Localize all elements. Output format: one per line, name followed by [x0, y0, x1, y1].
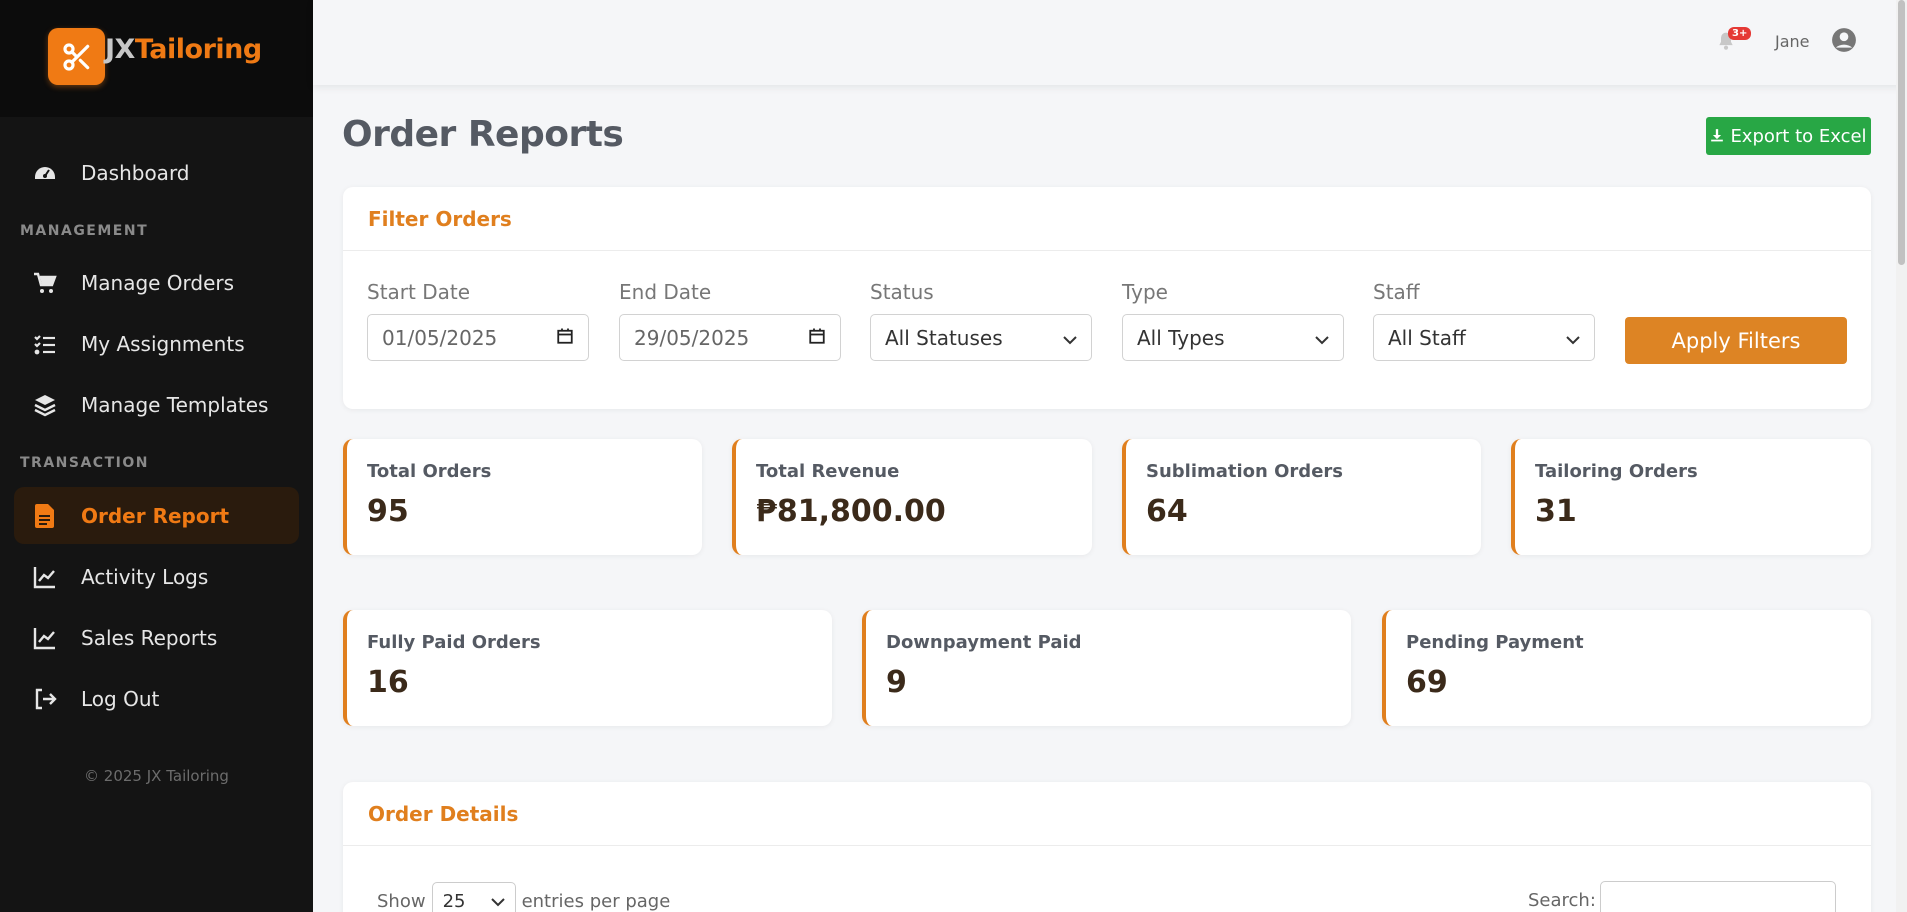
- copyright: © 2025 JX Tailoring: [84, 767, 229, 785]
- sidebar-item-dashboard[interactable]: Dashboard: [14, 144, 299, 201]
- download-icon: [1710, 126, 1724, 147]
- staff-field: Staff All Staff: [1373, 280, 1595, 361]
- stat-card-fully-paid: Fully Paid Orders 16: [343, 610, 832, 726]
- entries-value: 25: [442, 890, 466, 912]
- layers-icon: [32, 392, 58, 418]
- sidebar-item-log-out[interactable]: Log Out: [14, 670, 299, 727]
- stat-value: ₱81,800.00: [756, 494, 946, 529]
- chevron-down-icon: [1566, 326, 1580, 350]
- cart-icon: [32, 270, 58, 296]
- stat-label: Total Orders: [367, 461, 492, 482]
- sidebar-item-my-assignments[interactable]: My Assignments: [14, 315, 299, 372]
- type-field: Type All Types: [1122, 280, 1344, 361]
- entries-suffix: entries per page: [521, 890, 671, 912]
- chevron-down-icon: [490, 891, 505, 912]
- topbar: [313, 0, 1907, 85]
- section-label-transaction: TRANSACTION: [20, 455, 149, 471]
- sidebar-item-label: Log Out: [81, 686, 160, 711]
- sidebar-item-manage-templates[interactable]: Manage Templates: [14, 376, 299, 433]
- status-label: Status: [870, 280, 934, 304]
- stat-label: Total Revenue: [756, 461, 900, 482]
- brand-name: JXTailoring: [105, 34, 262, 65]
- calendar-icon[interactable]: [808, 326, 826, 350]
- search-input[interactable]: [1600, 881, 1836, 912]
- stat-card-pending-payment: Pending Payment 69: [1382, 610, 1871, 726]
- page-title: Order Reports: [342, 114, 624, 155]
- stat-card-total-orders: Total Orders 95: [343, 439, 702, 555]
- section-label-management: MANAGEMENT: [20, 223, 149, 239]
- scrollbar-thumb[interactable]: [1898, 0, 1905, 265]
- stat-label: Fully Paid Orders: [367, 632, 541, 653]
- end-date-input[interactable]: 29/05/2025: [619, 314, 841, 361]
- sidebar-item-order-report[interactable]: Order Report: [14, 487, 299, 544]
- stat-label: Tailoring Orders: [1535, 461, 1698, 482]
- sidebar-item-label: Activity Logs: [81, 564, 209, 589]
- page-scrollbar[interactable]: [1896, 0, 1907, 912]
- export-label: Export to Excel: [1730, 125, 1867, 147]
- search-label: Search:: [1528, 890, 1596, 911]
- sidebar-item-label: My Assignments: [81, 331, 245, 356]
- export-excel-button[interactable]: Export to Excel: [1706, 117, 1871, 155]
- start-date-label: Start Date: [367, 280, 471, 304]
- stat-value: 9: [886, 665, 907, 700]
- scissors-icon: [48, 28, 105, 85]
- sidebar-item-label: Manage Templates: [81, 392, 269, 417]
- filter-card-title: Filter Orders: [343, 187, 1871, 251]
- logout-icon: [32, 686, 58, 712]
- status-value: All Statuses: [885, 325, 1003, 350]
- chevron-down-icon: [1315, 326, 1329, 350]
- sidebar-item-label: Sales Reports: [81, 625, 218, 650]
- stat-card-total-revenue: Total Revenue ₱81,800.00: [732, 439, 1092, 555]
- entries-select[interactable]: 25: [431, 882, 516, 912]
- sidebar: JXTailoring Dashboard MANAGEMENT Manage …: [0, 0, 313, 912]
- notification-badge: 3+: [1728, 27, 1752, 40]
- start-date-input[interactable]: 01/05/2025: [367, 314, 589, 361]
- user-circle-icon[interactable]: [1831, 27, 1857, 57]
- stat-label: Downpayment Paid: [886, 632, 1082, 653]
- stat-label: Sublimation Orders: [1146, 461, 1343, 482]
- start-date-value: 01/05/2025: [382, 325, 498, 350]
- sidebar-item-label: Dashboard: [81, 160, 190, 185]
- type-label: Type: [1122, 280, 1168, 304]
- end-date-field: End Date 29/05/2025: [619, 280, 841, 361]
- status-select[interactable]: All Statuses: [870, 314, 1092, 361]
- stat-value: 69: [1406, 665, 1448, 700]
- file-icon: [32, 503, 58, 529]
- stat-value: 16: [367, 665, 409, 700]
- staff-select[interactable]: All Staff: [1373, 314, 1595, 361]
- username[interactable]: Jane: [1775, 32, 1810, 51]
- tasks-icon: [32, 331, 58, 357]
- order-details-title: Order Details: [343, 782, 1871, 846]
- stat-card-downpayment-paid: Downpayment Paid 9: [862, 610, 1351, 726]
- sidebar-item-activity-logs[interactable]: Activity Logs: [14, 548, 299, 605]
- stat-value: 95: [367, 494, 409, 529]
- stat-card-tailoring-orders: Tailoring Orders 31: [1511, 439, 1871, 555]
- sidebar-item-manage-orders[interactable]: Manage Orders: [14, 254, 299, 311]
- sidebar-item-sales-reports[interactable]: Sales Reports: [14, 609, 299, 666]
- stat-value: 64: [1146, 494, 1188, 529]
- staff-label: Staff: [1373, 280, 1420, 304]
- chart-line-icon: [32, 625, 58, 651]
- type-select[interactable]: All Types: [1122, 314, 1344, 361]
- chevron-down-icon: [1063, 326, 1077, 350]
- end-date-label: End Date: [619, 280, 712, 304]
- stat-value: 31: [1535, 494, 1577, 529]
- chart-line-icon: [32, 564, 58, 590]
- brand[interactable]: JXTailoring: [0, 0, 313, 117]
- sidebar-item-label: Manage Orders: [81, 270, 235, 295]
- show-label: Show: [377, 890, 426, 912]
- gauge-icon: [32, 160, 58, 186]
- sidebar-item-label: Order Report: [81, 503, 230, 528]
- apply-filters-button[interactable]: Apply Filters: [1625, 317, 1847, 364]
- stat-label: Pending Payment: [1406, 632, 1584, 653]
- calendar-icon[interactable]: [556, 326, 574, 350]
- type-value: All Types: [1137, 325, 1225, 350]
- entries-length-control: Show 25 entries per page: [377, 882, 670, 912]
- stat-card-sublimation-orders: Sublimation Orders 64: [1122, 439, 1481, 555]
- staff-value: All Staff: [1388, 325, 1466, 350]
- end-date-value: 29/05/2025: [634, 325, 750, 350]
- start-date-field: Start Date 01/05/2025: [367, 280, 589, 361]
- status-field: Status All Statuses: [870, 280, 1092, 361]
